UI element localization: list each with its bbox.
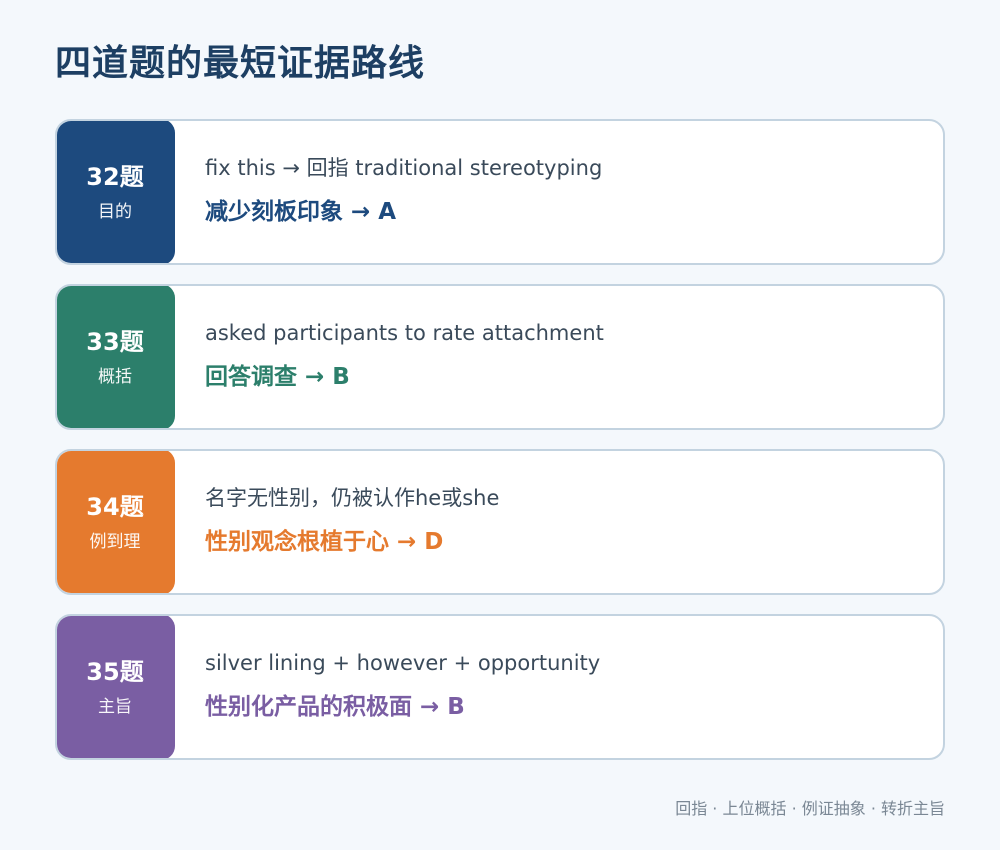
question-badge: 35题 主旨 — [57, 616, 175, 758]
card-content: fix this → 回指 traditional stereotyping 减… — [175, 121, 602, 263]
evidence-text: silver lining + however + opportunity — [205, 651, 601, 675]
question-card-33: 33题 概括 asked participants to rate attach… — [55, 284, 945, 430]
question-type: 例到理 — [89, 531, 141, 552]
question-card-34: 34题 例到理 名字无性别，仍被认作he或she 性别观念根植于心 → D — [55, 449, 945, 595]
question-card-35: 35题 主旨 silver lining + however + opportu… — [55, 614, 945, 760]
card-content: silver lining + however + opportunity 性别… — [175, 616, 600, 758]
question-number: 34题 — [86, 492, 144, 521]
question-badge: 32题 目的 — [57, 121, 175, 263]
question-type: 目的 — [98, 201, 132, 222]
question-card-32: 32题 目的 fix this → 回指 traditional stereot… — [55, 119, 945, 265]
card-content: 名字无性别，仍被认作he或she 性别观念根植于心 → D — [175, 451, 499, 593]
evidence-text: asked participants to rate attachment — [205, 321, 604, 345]
evidence-text: 名字无性别，仍被认作he或she — [205, 486, 500, 510]
page: 四道题的最短证据路线 32题 目的 fix this → 回指 traditio… — [0, 0, 1000, 850]
question-number: 35题 — [86, 657, 144, 686]
footer-summary: 回指 · 上位概括 · 例证抽象 · 转折主旨 — [675, 799, 945, 818]
card-content: asked participants to rate attachment 回答… — [175, 286, 604, 428]
question-badge: 34题 例到理 — [57, 451, 175, 593]
answer-text: 减少刻板印象 → A — [205, 199, 397, 225]
evidence-text: fix this → 回指 traditional stereotyping — [205, 156, 603, 180]
question-type: 概括 — [98, 366, 132, 387]
question-badge: 33题 概括 — [57, 286, 175, 428]
question-number: 32题 — [86, 162, 144, 191]
question-type: 主旨 — [98, 696, 132, 717]
answer-text: 性别观念根植于心 → D — [205, 529, 444, 555]
question-card-list: 32题 目的 fix this → 回指 traditional stereot… — [55, 119, 945, 779]
page-title: 四道题的最短证据路线 — [55, 43, 426, 84]
answer-text: 性别化产品的积极面 → B — [205, 694, 465, 720]
answer-text: 回答调查 → B — [205, 364, 350, 390]
question-number: 33题 — [86, 327, 144, 356]
